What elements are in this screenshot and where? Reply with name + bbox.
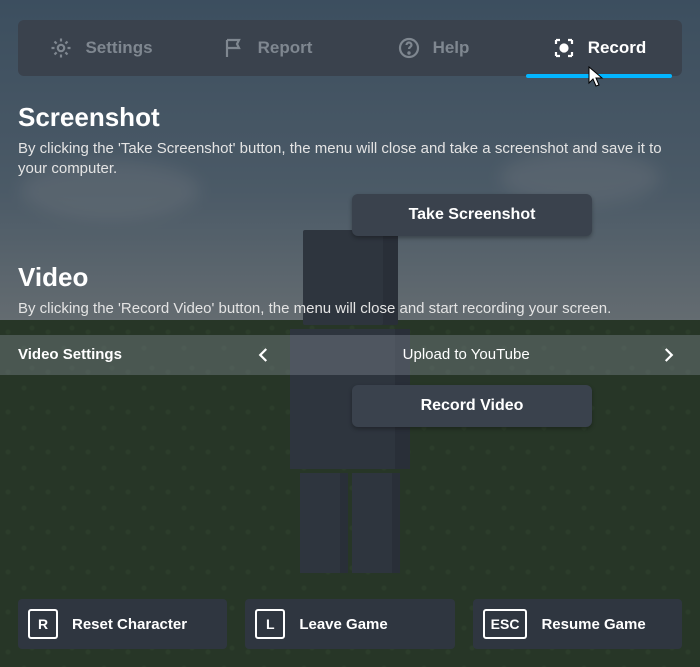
reset-character-button[interactable]: R Reset Character — [18, 599, 227, 649]
key-hint: L — [255, 609, 285, 639]
record-icon — [552, 36, 576, 60]
video-settings-label: Video Settings — [18, 346, 250, 363]
screenshot-title: Screenshot — [18, 102, 682, 133]
bottom-bar: R Reset Character L Leave Game ESC Resum… — [18, 599, 682, 649]
help-icon — [397, 36, 421, 60]
key-hint: ESC — [483, 609, 528, 639]
tab-bar: Settings Report Help Record — [18, 20, 682, 76]
video-desc: By clicking the 'Record Video' button, t… — [18, 299, 682, 319]
screenshot-section: Screenshot By clicking the 'Take Screens… — [18, 102, 682, 236]
video-settings-value: Upload to YouTube — [403, 346, 530, 363]
video-title: Video — [18, 262, 682, 293]
button-label: Resume Game — [541, 616, 645, 633]
tab-label: Help — [433, 38, 470, 58]
button-label: Leave Game — [299, 616, 387, 633]
tab-help[interactable]: Help — [350, 20, 516, 76]
video-settings-prev[interactable] — [250, 341, 278, 369]
key-hint: R — [28, 609, 58, 639]
video-settings-row: Video Settings Upload to YouTube — [0, 335, 700, 375]
tab-label: Report — [258, 38, 313, 58]
tab-settings[interactable]: Settings — [18, 20, 184, 76]
flag-icon — [222, 36, 246, 60]
gear-icon — [49, 36, 73, 60]
resume-game-button[interactable]: ESC Resume Game — [473, 599, 682, 649]
video-section: Video By clicking the 'Record Video' but… — [18, 262, 682, 427]
button-label: Reset Character — [72, 616, 187, 633]
record-video-button[interactable]: Record Video — [352, 385, 592, 427]
tab-label: Settings — [85, 38, 152, 58]
screenshot-desc: By clicking the 'Take Screenshot' button… — [18, 139, 682, 180]
menu-panel: Settings Report Help Record Screenshot B… — [0, 0, 700, 667]
tab-label: Record — [588, 38, 647, 58]
leave-game-button[interactable]: L Leave Game — [245, 599, 454, 649]
tab-report[interactable]: Report — [184, 20, 350, 76]
video-settings-next[interactable] — [654, 341, 682, 369]
take-screenshot-button[interactable]: Take Screenshot — [352, 194, 592, 236]
tab-record[interactable]: Record — [516, 20, 682, 76]
